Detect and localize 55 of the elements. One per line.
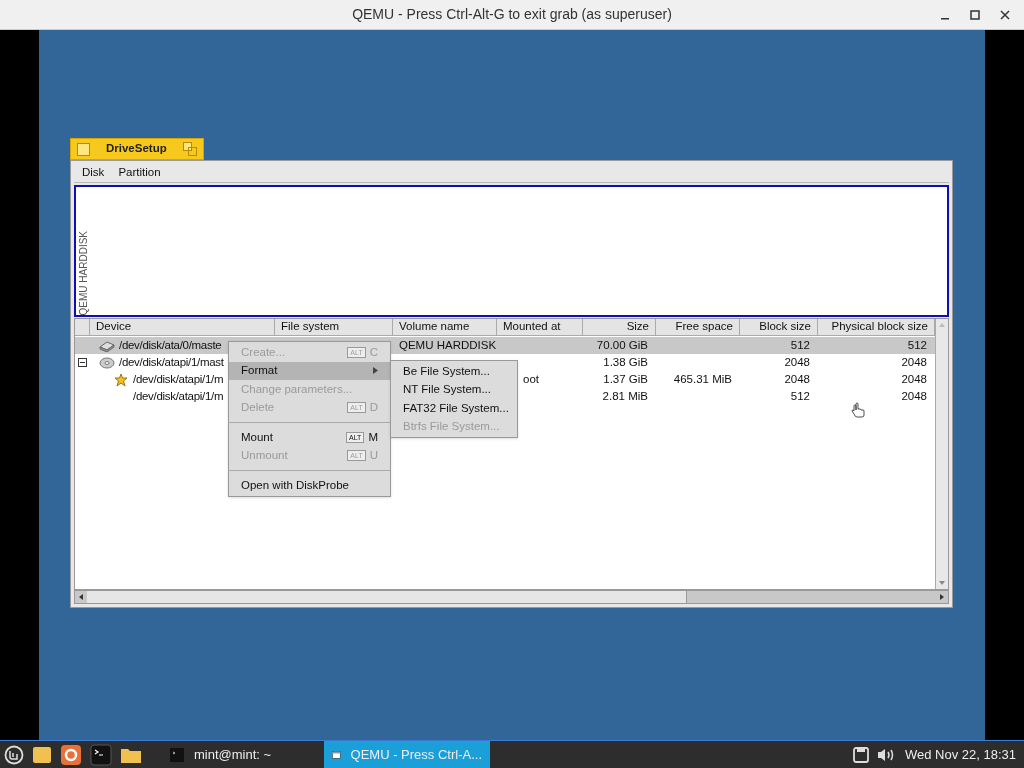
menu-item[interactable]: Disk bbox=[82, 164, 105, 182]
column-header[interactable]: Device bbox=[96, 318, 132, 336]
window-list-icon[interactable] bbox=[852, 746, 869, 763]
menu-item[interactable]: FAT32 File System... bbox=[391, 399, 517, 418]
table-cell-text: 2048 bbox=[784, 371, 810, 387]
column-header[interactable]: Block size bbox=[759, 318, 811, 336]
taskbar-button[interactable]: mint@mint: ~ bbox=[162, 741, 302, 768]
table-cell-text: /dev/disk/atapi/1/m bbox=[133, 388, 224, 404]
table-cell-text: 512 bbox=[790, 388, 810, 404]
menu-item[interactable]: NT File System... bbox=[391, 380, 517, 399]
column-header[interactable]: Physical block size bbox=[831, 318, 928, 336]
table-cell-text: 465.31 MiB bbox=[673, 371, 732, 387]
disk-label: QEMU HARDDISK bbox=[77, 230, 90, 315]
column-header[interactable]: Volume name bbox=[399, 318, 470, 336]
star-icon bbox=[114, 372, 128, 387]
terminal-icon[interactable] bbox=[90, 743, 112, 766]
table-cell-text: 512 bbox=[790, 337, 810, 353]
table-cell-text: /dev/disk/atapi/1/mast bbox=[119, 354, 224, 370]
column-header[interactable]: Size bbox=[626, 318, 649, 336]
folder-icon[interactable] bbox=[32, 744, 52, 765]
window-title: QEMU - Press Ctrl-Alt-G to exit grab (as superuser) bbox=[352, 5, 672, 24]
horizontal-scrollbar[interactable] bbox=[74, 590, 949, 604]
collapse-icon[interactable] bbox=[78, 358, 87, 367]
browser-icon[interactable] bbox=[60, 743, 82, 766]
menu-item[interactable]: Format bbox=[229, 361, 390, 380]
close-icon[interactable] bbox=[1000, 9, 1010, 20]
table-cell-text: QEMU HARDDISK bbox=[399, 337, 497, 353]
table-cell-text: 2048 bbox=[784, 354, 810, 370]
column-header[interactable]: Mounted at bbox=[503, 318, 561, 336]
submenu-arrow-icon bbox=[373, 367, 378, 375]
table-cell-text: 512 bbox=[907, 337, 927, 353]
table-cell-text: 1.37 GiB bbox=[603, 371, 648, 387]
table-cell-text: 1.38 GiB bbox=[603, 354, 648, 370]
table-cell-text: 2048 bbox=[901, 354, 927, 370]
table-cell-text: 70.00 GiB bbox=[596, 337, 648, 353]
menu-logo-icon[interactable] bbox=[4, 744, 24, 765]
window-icon bbox=[332, 748, 341, 761]
window-title: DriveSetup bbox=[106, 141, 167, 157]
table-cell-text: /dev/disk/ata/0/maste bbox=[119, 337, 222, 353]
menu-item[interactable]: Be File System... bbox=[391, 362, 517, 381]
menu-item[interactable]: Open with DiskProbe bbox=[229, 476, 390, 495]
column-header[interactable]: File system bbox=[281, 318, 340, 336]
table-cell-text: oot bbox=[523, 371, 539, 387]
maximize-icon[interactable] bbox=[970, 9, 980, 20]
table-cell-text: /dev/disk/atapi/1/m bbox=[133, 371, 224, 387]
table-cell-text: 2.81 MiB bbox=[602, 388, 648, 404]
column-header[interactable]: Free space bbox=[675, 318, 733, 336]
terminal-icon bbox=[170, 747, 184, 762]
zoom-box-icon[interactable] bbox=[182, 142, 197, 156]
scrollbar-thumb[interactable] bbox=[87, 591, 687, 603]
clock[interactable]: Wed Nov 22, 18:31 bbox=[904, 744, 1020, 765]
table-cell-text: 2048 bbox=[901, 388, 927, 404]
table-cell-text: 2048 bbox=[901, 371, 927, 387]
close-box-icon[interactable] bbox=[77, 142, 90, 156]
menu-item[interactable]: Partition bbox=[118, 164, 161, 182]
